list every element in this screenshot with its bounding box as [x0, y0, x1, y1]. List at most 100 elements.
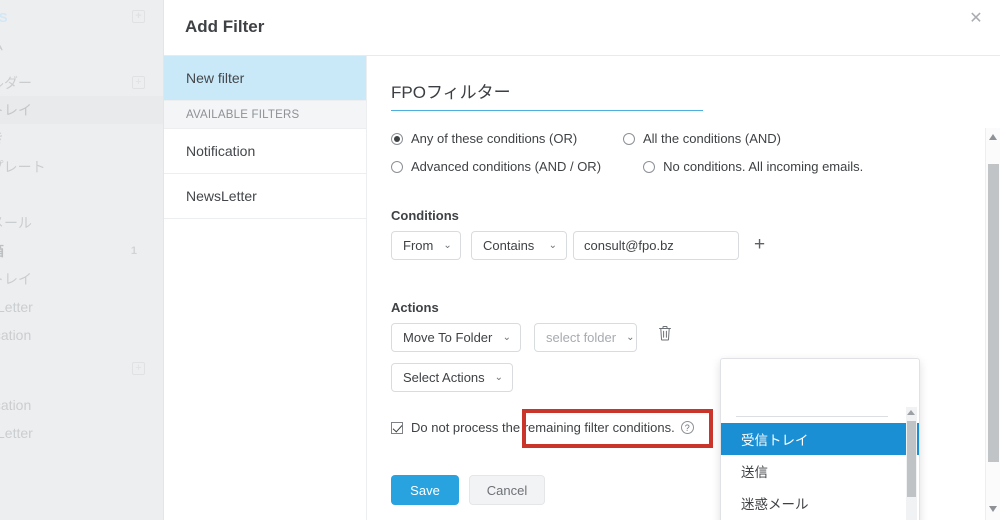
background-sidebar-label: TEAMS [0, 9, 8, 25]
background-sidebar-label: NewsLetter [0, 425, 33, 441]
radio-icon [391, 132, 403, 145]
page-title: Add Filter [185, 17, 265, 36]
radio-advanced-conditions[interactable]: Advanced conditions (AND / OR) [391, 159, 621, 174]
background-sidebar-label: フォルダー [0, 75, 32, 91]
stop-processing-row: Do not process the remaining filter cond… [391, 420, 694, 435]
condition-mode-group: Any of these conditions (OR) All the con… [391, 131, 901, 187]
delete-action-icon[interactable] [658, 325, 672, 346]
scrollbar-thumb[interactable] [907, 421, 916, 497]
radio-icon [643, 160, 656, 173]
background-sidebar-label: ホーム [0, 35, 4, 55]
chevron-down-icon: ⌄ [548, 240, 557, 251]
radio-no-conditions[interactable]: No conditions. All incoming emails. [643, 159, 901, 174]
add-icon[interactable]: + [132, 76, 145, 89]
background-sidebar-label: ごみ箱 [0, 241, 4, 261]
background-sidebar-label: Notification [0, 327, 32, 343]
background-sidebar-item[interactable]: ホーム [0, 31, 163, 59]
condition-operator-select[interactable]: Contains ⌄ [471, 231, 567, 260]
background-sidebar-item[interactable]: 既読 [0, 490, 163, 518]
condition-field-value: From [403, 238, 434, 253]
add-icon[interactable]: + [132, 362, 145, 375]
sidebar-item-notification[interactable]: Notification [164, 129, 366, 174]
action-type-select[interactable]: Move To Folder ⌄ [391, 323, 521, 352]
scroll-down-arrow-icon[interactable] [989, 506, 997, 512]
background-sidebar-label: 迷惑メール [0, 215, 32, 231]
stop-processing-checkbox[interactable] [391, 421, 403, 434]
condition-value-input[interactable]: consult@fpo.bz [573, 231, 739, 260]
background-sidebar-item[interactable]: 迷惑メール [0, 209, 163, 237]
background-sidebar-label: 受信トレイ [0, 271, 32, 287]
background-sidebar-item[interactable]: + [0, 355, 163, 383]
sidebar-item-newsletter[interactable]: NewsLetter [164, 174, 366, 219]
modal-header: Add Filter ✕ [164, 0, 1000, 55]
background-sidebar-item[interactable]: 送信 [0, 181, 163, 209]
background-sidebar-label: 下書き [0, 128, 4, 148]
chevron-down-icon: ⌄ [626, 332, 635, 343]
folder-select-placeholder: select folder [546, 330, 617, 345]
cancel-button[interactable]: Cancel [469, 475, 545, 505]
background-sidebar-label: テンプレート [0, 159, 46, 175]
add-condition-button[interactable]: + [754, 234, 765, 256]
help-icon[interactable]: ? [680, 421, 694, 434]
radio-icon [391, 160, 403, 173]
background-sidebar-item[interactable]: NewsLetter [0, 293, 163, 321]
folder-option-label: 受信トレイ [741, 433, 809, 448]
stop-processing-label: Do not process the remaining filter cond… [411, 420, 675, 435]
app-root: TEAMS+ホームフォルダー+受信トレイ下書きテンプレート送信迷惑メールごみ箱1… [0, 0, 1000, 520]
filter-list-panel: New filter AVAILABLE FILTERS Notificatio… [164, 55, 366, 520]
page-scrollbar[interactable] [985, 128, 1000, 520]
radio-label: All the conditions (AND) [643, 131, 781, 146]
add-filter-modal: Add Filter ✕ New filter AVAILABLE FILTER… [163, 0, 1000, 520]
filter-item-label: Notification [186, 143, 256, 159]
unread-count-badge: 1 [130, 245, 137, 257]
available-filters-header: AVAILABLE FILTERS [164, 101, 366, 129]
folder-option-label: 送信 [741, 465, 768, 480]
action-type-value: Move To Folder [403, 330, 493, 345]
condition-value-text: consult@fpo.bz [584, 238, 674, 253]
radio-icon [623, 132, 635, 145]
folder-option[interactable]: 送信 [721, 455, 919, 487]
scrollbar-thumb[interactable] [988, 164, 999, 462]
radio-label: No conditions. All incoming emails. [663, 159, 864, 174]
select-actions-select[interactable]: Select Actions ⌄ [391, 363, 513, 392]
radio-all-conditions[interactable]: All the conditions (AND) [623, 131, 855, 146]
scroll-up-arrow-icon[interactable] [989, 134, 997, 140]
new-filter-label: New filter [186, 70, 245, 86]
condition-field-select[interactable]: From ⌄ [391, 231, 461, 260]
folder-option[interactable]: 迷惑メール [721, 487, 919, 519]
background-sidebar-label: NewsLetter [0, 299, 33, 315]
background-sidebar-item[interactable]: 受信トレイ [0, 96, 163, 124]
background-sidebar-item[interactable]: NewsLetter [0, 419, 163, 447]
chevron-down-icon: ⌄ [494, 372, 504, 383]
condition-operator-value: Contains [483, 238, 535, 253]
radio-label: Any of these conditions (OR) [411, 131, 578, 146]
select-actions-value: Select Actions [403, 370, 485, 385]
sidebar-item-new-filter[interactable]: New filter [164, 56, 366, 101]
background-sidebar-label: Notification [0, 397, 32, 413]
radio-any-conditions[interactable]: Any of these conditions (OR) [391, 131, 623, 146]
background-sidebar-item[interactable]: Notification [0, 391, 163, 419]
filter-item-label: NewsLetter [186, 188, 257, 204]
filter-name-input[interactable]: FPOフィルター [391, 78, 703, 111]
background-sidebar-item[interactable]: フォルダー + [0, 69, 163, 97]
background-mail-sidebar: TEAMS+ホームフォルダー+受信トレイ下書きテンプレート送信迷惑メールごみ箱1… [0, 0, 163, 520]
scroll-up-arrow-icon[interactable] [907, 410, 915, 415]
folder-search-input[interactable] [736, 399, 888, 417]
add-icon[interactable]: + [132, 10, 145, 23]
folder-option[interactable]: 受信トレイ [721, 423, 919, 455]
background-sidebar-item[interactable]: 下書き [0, 124, 163, 152]
save-button[interactable]: Save [391, 475, 459, 505]
folder-option-label: 迷惑メール [741, 497, 809, 512]
folder-select[interactable]: select folder ⌄ [534, 323, 637, 352]
dropdown-scrollbar[interactable] [906, 407, 917, 520]
chevron-down-icon: ⌄ [443, 240, 452, 251]
background-sidebar-item[interactable]: 受信トレイ [0, 265, 163, 293]
background-sidebar-item[interactable]: テンプレート [0, 153, 163, 181]
background-sidebar-item[interactable]: TEAMS + [0, 3, 163, 31]
filter-form-panel: FPOフィルター Any of these conditions (OR) Al… [366, 55, 1000, 520]
chevron-down-icon: ⌄ [502, 332, 511, 343]
actions-section-label: Actions [391, 300, 439, 315]
close-icon[interactable]: ✕ [965, 8, 987, 30]
background-sidebar-item[interactable]: ごみ箱 1 [0, 237, 163, 265]
background-sidebar-item[interactable]: Notification [0, 321, 163, 349]
